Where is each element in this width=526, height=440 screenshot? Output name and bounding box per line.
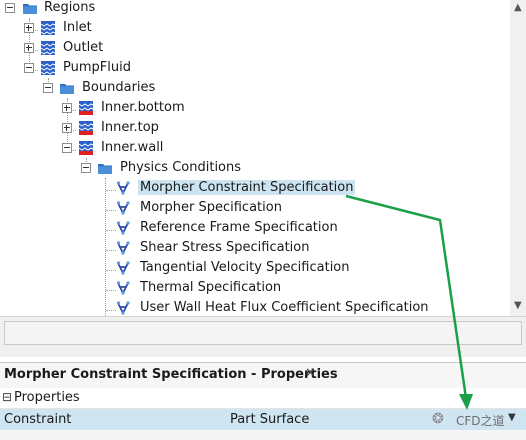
annotation-arrow [345,194,473,410]
annotation-arrowhead [459,394,473,410]
annotation-line [345,194,468,399]
